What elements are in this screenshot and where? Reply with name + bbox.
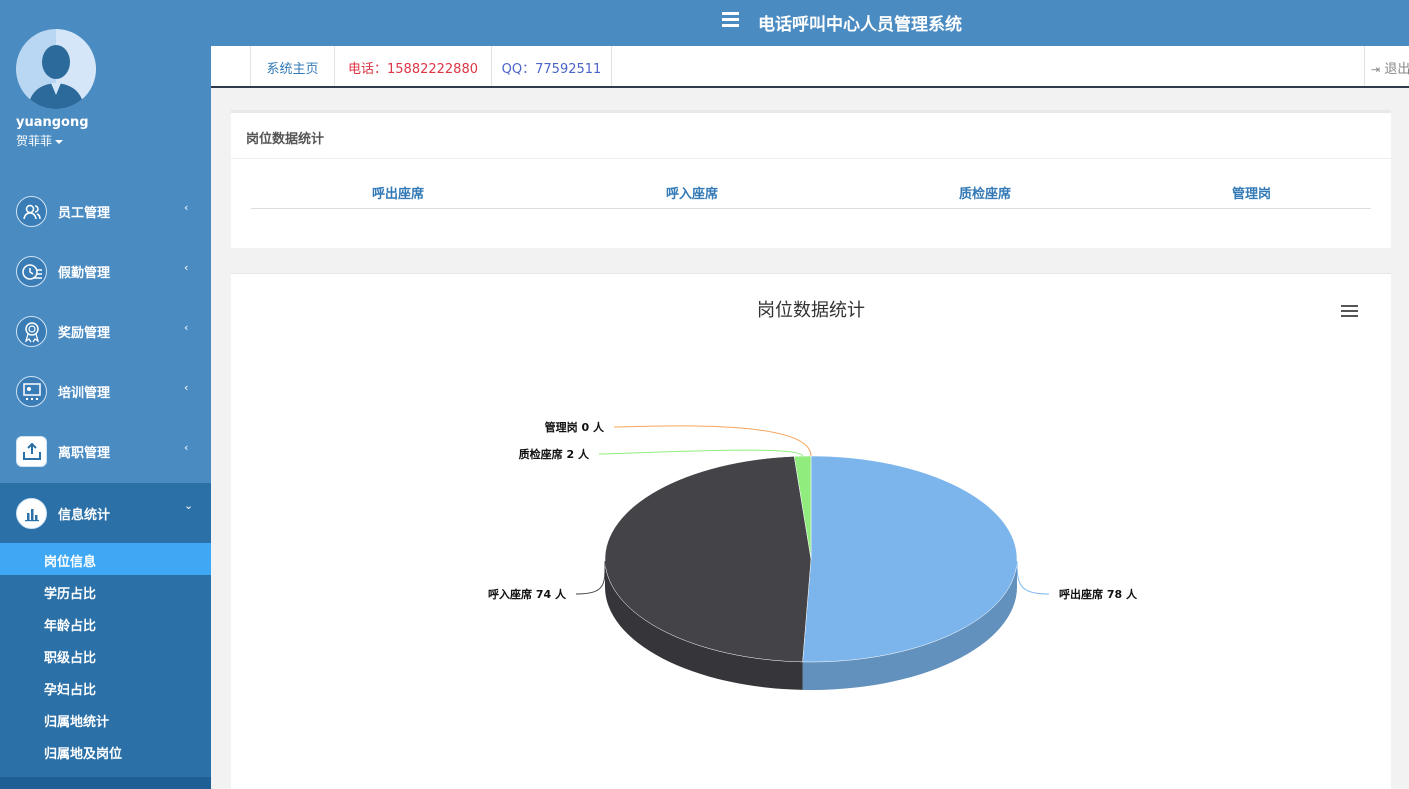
column-header-management: 管理岗 bbox=[1232, 187, 1272, 202]
menu-employee-management[interactable]: 员工管理 ‹ bbox=[0, 181, 211, 241]
submenu-position-info[interactable]: 岗位信息 bbox=[0, 543, 211, 575]
tab-bar: 系统主页 电话：15882222880 QQ：77592511 ⇥ 退出 bbox=[211, 46, 1409, 88]
column-header-qc: 质检座席 bbox=[959, 187, 1012, 202]
column-header-inbound: 呼入座席 bbox=[666, 187, 719, 202]
menu-label: 培训管理 bbox=[58, 386, 111, 401]
submenu-pregnant-ratio[interactable]: 孕妇占比 bbox=[0, 671, 211, 703]
column-header-outbound: 呼出座席 bbox=[372, 187, 425, 202]
submenu-label: 归属地统计 bbox=[44, 715, 110, 730]
avatar[interactable] bbox=[16, 29, 96, 109]
logout-button[interactable]: ⇥ 退出 bbox=[1364, 46, 1409, 86]
tab-phone[interactable]: 电话：15882222880 bbox=[334, 46, 491, 86]
tab-label: 系统主页 bbox=[266, 62, 319, 77]
hamburger-menu-icon[interactable] bbox=[722, 12, 739, 28]
tab-qq[interactable]: QQ：77592511 bbox=[491, 46, 612, 86]
menu-reward-management[interactable]: 奖励管理 ‹ bbox=[0, 301, 211, 361]
menu-label: 奖励管理 bbox=[58, 326, 111, 341]
chevron-left-icon: ‹ bbox=[184, 261, 189, 274]
upload-tray-icon bbox=[16, 436, 47, 467]
panel-title: 岗位数据统计 bbox=[246, 132, 325, 147]
pie-chart: 呼出座席 78 人 呼入座席 74 人 质检座席 2 人 管理岗 0 人 bbox=[488, 420, 1138, 690]
award-ribbon-icon bbox=[16, 316, 47, 347]
user-real-name: 贺菲菲 bbox=[16, 134, 53, 148]
logout-label: 退出 bbox=[1384, 62, 1409, 77]
submenu-region-and-position[interactable]: 归属地及岗位 bbox=[0, 735, 211, 767]
menu-label: 假勤管理 bbox=[58, 266, 111, 281]
chevron-left-icon: ‹ bbox=[184, 201, 189, 214]
menu-label: 员工管理 bbox=[58, 206, 111, 221]
top-header: 电话呼叫中心人员管理系统 bbox=[211, 0, 1409, 46]
submenu-label: 孕妇占比 bbox=[44, 683, 97, 698]
menu-label: 离职管理 bbox=[58, 446, 111, 461]
submenu-region-stats[interactable]: 归属地统计 bbox=[0, 703, 211, 735]
panel-divider bbox=[231, 158, 1391, 159]
menu-resignation-management[interactable]: 离职管理 ‹ bbox=[0, 421, 211, 481]
submenu-label: 学历占比 bbox=[44, 587, 97, 602]
bar-chart-icon bbox=[16, 498, 47, 529]
pie-data-label-2: 质检座席 2 人 bbox=[519, 447, 590, 461]
stats-table-panel: 岗位数据统计 呼出座席 呼入座席 质检座席 管理岗 bbox=[231, 110, 1391, 248]
chevron-left-icon: ‹ bbox=[184, 381, 189, 394]
pie-leader-line-1 bbox=[575, 561, 606, 595]
user-dropdown[interactable]: 贺菲菲 bbox=[16, 132, 64, 149]
user-silhouette-icon bbox=[28, 29, 96, 109]
tab-label: QQ：77592511 bbox=[501, 62, 602, 77]
chart-panel: 岗位数据统计 呼出座席 78 人呼入座席 74 人质检座席 2 人管理岗 0 人 bbox=[231, 273, 1391, 789]
chevron-down-icon: ⌄ bbox=[184, 499, 194, 512]
tab-home[interactable]: 系统主页 bbox=[250, 46, 334, 86]
submenu-education-ratio[interactable]: 学历占比 bbox=[0, 575, 211, 607]
users-icon bbox=[16, 196, 47, 227]
caret-down-icon bbox=[55, 139, 64, 144]
statistics-submenu: 岗位信息 学历占比 年龄占比 职级占比 孕妇占比 归属地统计 归属地及岗位 bbox=[0, 543, 211, 777]
training-screen-icon bbox=[16, 376, 47, 407]
menu-info-statistics[interactable]: 信息统计 ⌄ bbox=[0, 483, 211, 543]
chevron-left-icon: ‹ bbox=[184, 321, 189, 334]
menu-attendance-management[interactable]: 假勤管理 ‹ bbox=[0, 241, 211, 301]
table-header-divider bbox=[251, 208, 1371, 209]
submenu-age-ratio[interactable]: 年龄占比 bbox=[0, 607, 211, 639]
tab-label: 电话：15882222880 bbox=[348, 62, 478, 77]
pie-leader-line-2 bbox=[598, 449, 804, 457]
sidebar-footer bbox=[0, 777, 211, 789]
username: yuangong bbox=[16, 115, 89, 130]
menu-label: 信息统计 bbox=[58, 508, 111, 523]
submenu-label: 年龄占比 bbox=[44, 619, 97, 634]
submenu-rank-ratio[interactable]: 职级占比 bbox=[0, 639, 211, 671]
pie-data-label-1: 呼入座席 74 人 bbox=[488, 587, 567, 601]
user-profile: yuangong 贺菲菲 bbox=[0, 0, 211, 170]
pie-data-label-3: 管理岗 0 人 bbox=[545, 420, 605, 434]
submenu-label: 归属地及岗位 bbox=[44, 747, 123, 762]
submenu-label: 岗位信息 bbox=[44, 555, 97, 570]
clock-list-icon bbox=[16, 256, 47, 287]
pie-data-label-0: 呼出座席 78 人 bbox=[1059, 587, 1138, 601]
submenu-label: 职级占比 bbox=[44, 651, 97, 666]
pie-leader-line-0 bbox=[1016, 561, 1050, 595]
menu-training-management[interactable]: 培训管理 ‹ bbox=[0, 361, 211, 421]
sign-out-icon: ⇥ bbox=[1371, 63, 1381, 76]
app-title: 电话呼叫中心人员管理系统 bbox=[758, 15, 962, 35]
sidebar: yuangong 贺菲菲 员工管理 ‹ 假勤管理 ‹ 奖励管理 ‹ 培训管理 ‹… bbox=[0, 0, 211, 789]
chevron-left-icon: ‹ bbox=[184, 441, 189, 454]
